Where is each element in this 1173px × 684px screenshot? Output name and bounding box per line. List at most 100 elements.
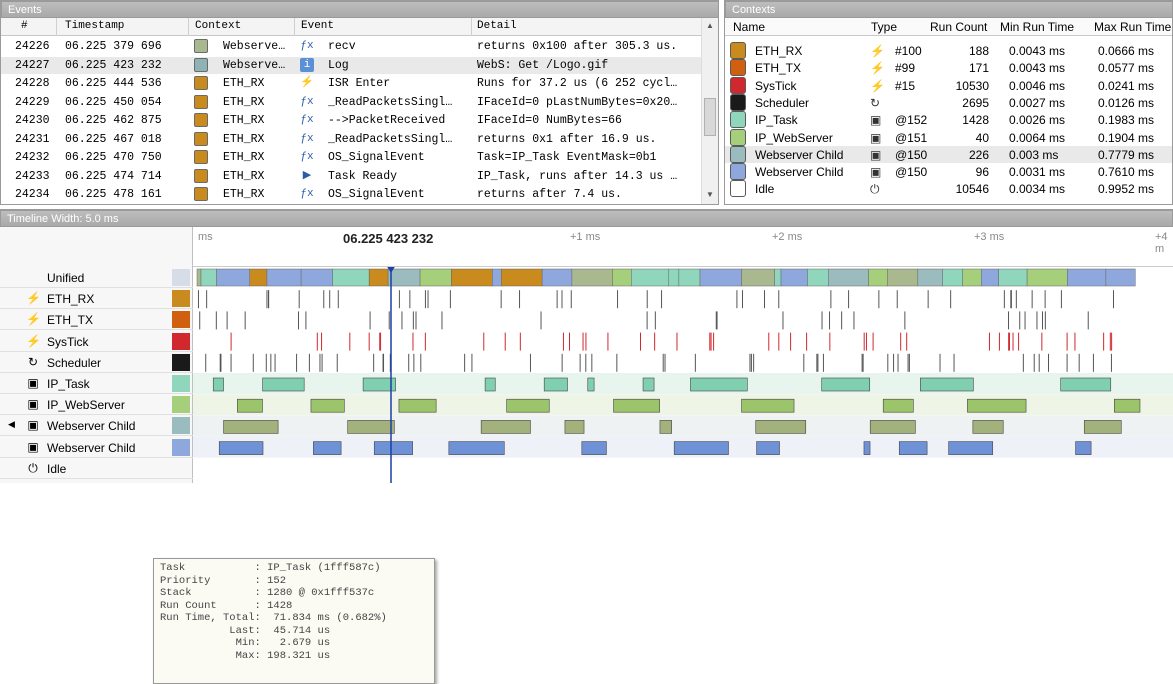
task-icon: ▣ xyxy=(27,439,39,454)
event-row[interactable]: 24230 06.225 462 875 ETH_RX ƒx -->PacketRece… xyxy=(1,112,701,129)
event-context: ETH_RX xyxy=(223,95,265,109)
event-num: 24234 xyxy=(15,188,50,201)
context-swatch xyxy=(730,180,746,198)
timeline-row-label[interactable]: ◀ ▣ Webserver Child xyxy=(0,415,193,437)
context-max-run-time: 0.7610 ms xyxy=(1098,165,1155,180)
run-block xyxy=(484,377,496,392)
timeline-row-label[interactable]: ⏻ Idle xyxy=(0,458,193,479)
timeline-row-label[interactable]: ↻ Scheduler xyxy=(0,352,193,373)
ready-icon: ▶ xyxy=(302,169,312,182)
events-panel-title: Events xyxy=(1,1,718,18)
unified-segment xyxy=(780,268,808,287)
run-block xyxy=(613,398,660,413)
run-block xyxy=(756,441,780,455)
context-row[interactable]: SysTick ⚡ #15 10530 0.0046 ms 0.0241 ms xyxy=(725,76,1172,94)
power-icon: ⏻ xyxy=(28,460,38,475)
col-min-run-time[interactable]: Min Run Time xyxy=(1000,20,1074,34)
unified-segment xyxy=(631,268,670,287)
isr-icon: ⚡ xyxy=(300,77,314,89)
events-scrollbar[interactable]: ▲ ▼ xyxy=(701,18,718,204)
timeline-row-label[interactable]: ⚡ SysTick xyxy=(0,331,193,352)
timeline-row-label[interactable]: ▣ IP_WebServer xyxy=(0,394,193,416)
cycle-icon: ↻ xyxy=(870,95,881,110)
context-max-run-time: 0.7779 ms xyxy=(1098,147,1155,162)
tooltip-line: Run Time, Total: 71.834 ms (0.682%) xyxy=(160,612,387,624)
timeline-row-name: ETH_RX xyxy=(47,292,95,307)
context-type: #100 xyxy=(895,44,922,58)
event-num: 24232 xyxy=(15,151,50,164)
event-row[interactable]: 24231 06.225 467 018 ETH_RX ƒx _ReadPacketsS… xyxy=(1,131,701,148)
context-row[interactable]: Scheduler ↻ 2695 0.0027 ms 0.0126 ms xyxy=(725,93,1172,111)
tooltip-line: Max: 198.321 us xyxy=(160,649,331,662)
timeline-row-label[interactable]: ▣ Webserver Child xyxy=(0,437,193,458)
col-context[interactable]: Context xyxy=(195,20,241,32)
event-row[interactable]: 24229 06.225 450 054 ETH_RX ƒx _ReadPacketsS… xyxy=(1,94,701,111)
col-event[interactable]: Event xyxy=(301,20,334,32)
task-icon: ▣ xyxy=(870,130,882,145)
context-run-count: 40 xyxy=(975,130,989,145)
col-name[interactable]: Name xyxy=(733,20,765,34)
run-block xyxy=(741,398,795,413)
unified-segment xyxy=(887,268,919,287)
col-timestamp[interactable]: Timestamp xyxy=(65,20,124,32)
context-type: @151 xyxy=(895,130,928,145)
context-row[interactable]: Webserver Child ▣ @150 96 0.0031 ms 0.7610 ms xyxy=(725,163,1172,181)
context-name: ETH_TX xyxy=(755,61,802,76)
context-min-run-time: 0.0027 ms xyxy=(1009,95,1066,110)
col-type[interactable]: Type xyxy=(871,20,897,34)
context-row[interactable]: IP_WebServer ▣ @151 40 0.0064 ms 0.1904 ms xyxy=(725,128,1172,146)
tooltip-line: Run Count : 1428 xyxy=(160,599,293,612)
events-header: # Timestamp Context Event Detail xyxy=(1,18,701,36)
event-row[interactable]: 24232 06.225 470 750 ETH_RX ƒx OS_SignalEven… xyxy=(1,149,701,166)
unified-segment xyxy=(774,268,782,287)
event-row[interactable]: 24226 06.225 379 696 Webserve… ƒx recv return… xyxy=(1,38,701,55)
timeline-row-label[interactable]: ⚡ ETH_TX xyxy=(0,309,193,331)
lightning-icon: ⚡ xyxy=(870,61,885,76)
event-row[interactable]: 24233 06.225 474 714 ETH_RX ▶ Task Ready IP_T… xyxy=(1,168,701,185)
context-swatch xyxy=(730,93,746,111)
run-block xyxy=(448,441,505,455)
run-block xyxy=(1114,398,1141,413)
timeline-tracks[interactable] xyxy=(193,267,1173,483)
event-row[interactable]: 24227 06.225 423 232 Webserve… i Log WebS: Ge… xyxy=(1,56,701,74)
timeline-row-label[interactable]: Unified xyxy=(0,267,193,288)
run-block xyxy=(564,420,585,434)
context-row[interactable]: IP_Task ▣ @152 1428 0.0026 ms 0.1983 ms xyxy=(725,111,1172,129)
context-min-run-time: 0.0034 ms xyxy=(1009,182,1066,197)
event-row[interactable]: 24234 06.225 478 161 ETH_RX ƒx OS_SignalEven… xyxy=(1,186,701,203)
col-num[interactable]: # xyxy=(21,20,28,32)
context-swatch xyxy=(194,94,208,109)
context-row[interactable]: ETH_TX ⚡ #99 171 0.0043 ms 0.0577 ms xyxy=(725,59,1172,77)
scroll-thumb[interactable] xyxy=(704,98,716,136)
function-icon: ƒx xyxy=(300,132,314,145)
unified-segment xyxy=(1026,268,1068,287)
ruler-tick: +4 m xyxy=(1155,231,1168,255)
col-run-count[interactable]: Run Count xyxy=(930,20,987,34)
timeline-row-name: IP_Task xyxy=(47,377,90,391)
timeline-ruler[interactable]: ms +1 ms +2 ms +3 ms +4 m xyxy=(193,227,1173,267)
row-color-swatch xyxy=(172,353,190,371)
context-swatch xyxy=(730,163,746,181)
event-num: 24229 xyxy=(15,95,50,109)
col-max-run-time[interactable]: Max Run Time xyxy=(1094,20,1171,34)
lightning-icon: ⚡ xyxy=(870,78,885,93)
context-row[interactable]: ETH_RX ⚡ #100 188 0.0043 ms 0.0666 ms xyxy=(725,42,1172,59)
timeline-row-label[interactable]: ⚡ ETH_RX xyxy=(0,288,193,310)
run-block xyxy=(642,377,655,392)
context-swatch xyxy=(730,76,746,94)
run-block xyxy=(506,398,550,413)
context-max-run-time: 0.0666 ms xyxy=(1098,44,1155,58)
timeline-row-label[interactable]: ▣ IP_Task xyxy=(0,373,193,394)
event-context: ETH_RX xyxy=(223,114,265,127)
context-name: Webserver Child xyxy=(755,147,844,162)
timeline-row-name: Scheduler xyxy=(47,355,102,370)
event-detail: Task=IP_Task EventMask=0b1 xyxy=(477,151,657,164)
col-detail[interactable]: Detail xyxy=(477,20,517,32)
tooltip-line: Min: 2.679 us xyxy=(160,637,331,649)
context-swatch xyxy=(194,150,208,164)
context-min-run-time: 0.0043 ms xyxy=(1009,44,1066,58)
signal-icon: ƒx xyxy=(300,151,314,163)
context-row[interactable]: Idle ⏻ 10546 0.0034 ms 0.9952 ms xyxy=(725,180,1172,198)
event-row[interactable]: 24228 06.225 444 536 ETH_RX ⚡ ISR Enter Runs … xyxy=(1,75,701,92)
context-row[interactable]: Webserver Child ▣ @150 226 0.003 ms 0.7779 ms xyxy=(725,145,1172,163)
